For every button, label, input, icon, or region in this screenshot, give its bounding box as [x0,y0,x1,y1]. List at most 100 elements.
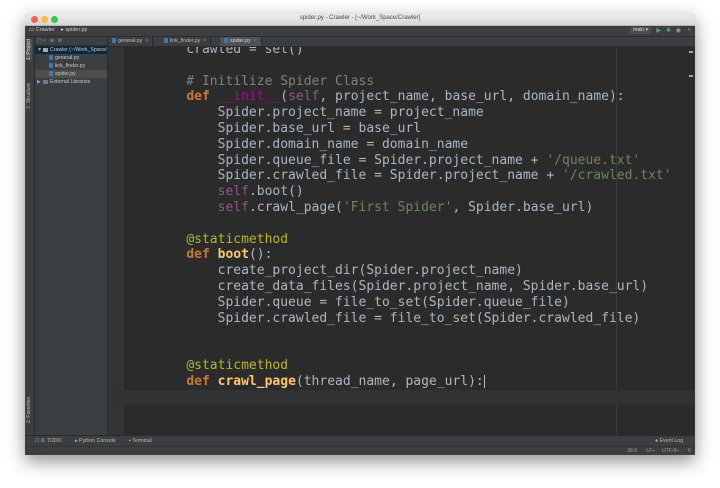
sync-icon[interactable]: ⊕ [50,38,54,44]
code-text: def crawl_page(thread_name, page_url): [186,373,484,389]
tree-item-label: External Libraries [50,79,91,85]
tree-item-label: Crawler (~/Work_Space/Crawler) [50,47,107,53]
code-text: Spider.base_url = base_url [155,120,422,136]
close-tab-icon[interactable]: × [254,38,257,44]
code-text: Spider.crawled_file = Spider.project_nam… [155,168,672,184]
file-encoding[interactable]: UTF-8÷ [662,448,679,455]
tab-general-py[interactable]: general.py × [108,37,154,46]
project-tool-tab[interactable]: 1: Project [26,39,32,61]
tree-item-label: link_finder.py [55,63,86,69]
code-text: create_project_dir(Spider.project_name) [155,263,523,279]
code-text: def boot(): [186,247,273,263]
code-line[interactable]: Spider.base_url = base_url [155,121,672,137]
code-line[interactable]: def __init__(self, project_name, base_ur… [155,89,672,105]
python-file-icon [49,63,53,69]
code-line[interactable]: def crawl_page(thread_name, page_url): [155,374,672,390]
bottom-tool-bar: ☐ 6: TODO ▸ Python Console ▪ Terminal ● … [25,435,695,446]
breadcrumb-project[interactable]: ▭ Crawler [29,27,55,33]
code-line[interactable] [155,216,672,232]
code-text: create_data_files(Spider.project_name, S… [155,278,649,294]
code-line[interactable]: Spider.queue_file = Spider.project_name … [155,153,672,169]
tree-item[interactable]: ▼Crawler (~/Work_Space/Crawler) [35,46,107,54]
code-line[interactable]: def boot(): [155,247,672,263]
debug-icon[interactable]: ✱ [666,27,671,34]
code-text: @staticmethod [186,231,289,247]
code-text: crawled = set() [155,47,304,57]
project-tree: ▼Crawler (~/Work_Space/Crawler)general.p… [35,46,107,86]
code-editor[interactable]: crawled = set() # Initilize Spider Class… [108,47,695,435]
close-tab-icon[interactable]: × [203,38,206,44]
structure-tool-tab[interactable]: 7: Structure [26,83,32,109]
code-line[interactable]: Spider.queue = file_to_set(Spider.queue_… [155,295,672,311]
code-text: self.crawl_page('First Spider', Spider.b… [217,199,594,215]
left-tool-strip: 1: Project 7: Structure 2: Favorites [25,37,35,435]
code-line[interactable]: create_data_files(Spider.project_name, S… [155,279,672,295]
python-file-icon [112,38,116,44]
python-file-icon [164,38,168,44]
code-line[interactable]: self.boot() [155,184,672,200]
tree-item[interactable]: ▶ External Libraries [35,78,107,86]
code-line[interactable] [155,342,672,358]
code-content[interactable]: crawled = set() # Initilize Spider Class… [108,47,695,406]
tree-item[interactable]: general.py [35,54,107,62]
library-icon [43,79,48,84]
code-text: Spider.queue_file = Spider.project_name … [155,152,641,168]
code-line[interactable] [155,326,672,342]
title-bar: spider.py - Crawler - [~/Work_Space/Craw… [25,14,695,26]
tab-spider-py[interactable]: spider.py × [220,37,262,46]
todo-tool-tab[interactable]: ☐ 6: TODO [35,437,62,445]
folder-icon [43,47,48,52]
python-file-icon [224,38,228,44]
close-tab-icon[interactable]: × [145,38,148,44]
code-line[interactable]: Spider.crawled_file = Spider.project_nam… [155,168,672,184]
code-text: # Initilize Spider Class [155,73,375,89]
code-text: @staticmethod [186,357,289,373]
code-text: Spider.crawled_file = file_to_set(Spider… [155,310,641,326]
settings-icon[interactable]: ⚙ [58,38,62,44]
warning-marker[interactable] [689,51,693,53]
warning-marker[interactable] [689,75,693,77]
code-line[interactable]: Spider.crawled_file = file_to_set(Spider… [155,311,672,327]
code-line[interactable]: create_project_dir(Spider.project_name) [155,263,672,279]
coverage-icon[interactable]: ◉ [676,27,681,34]
line-gutter [108,47,123,435]
navigation-bar: ▭ Crawler ▸ spider.py main ▾ ▶ ✱ ◉ ⌕ [25,26,695,37]
caret-position[interactable]: 36:9 [627,448,637,455]
code-line[interactable]: Spider.domain_name = domain_name [155,137,672,153]
code-line[interactable] [155,58,672,74]
tree-item-label: spider.py [55,71,76,77]
current-line-highlight [108,389,695,406]
code-text: self.boot() [217,184,304,200]
tree-item[interactable]: spider.py [35,70,107,78]
project-view-icon[interactable]: ▢ ▿ [37,38,46,44]
code-line[interactable]: @staticmethod [155,358,672,374]
error-stripe[interactable] [689,47,693,435]
editor-tab-bar: general.py × link_finder.py × spider.py × [108,37,695,47]
code-text: def __init__(self, project_name, base_ur… [186,89,625,105]
status-bar: 36:9 LF÷ UTF-8÷ ⚲ [25,446,695,455]
line-separator[interactable]: LF÷ [646,448,655,455]
code-line[interactable]: # Initilize Spider Class [155,74,672,90]
run-configuration-select[interactable]: main ▾ [630,27,651,34]
tree-item-label: general.py [55,55,80,61]
tree-item[interactable]: link_finder.py [35,62,107,70]
python-console-tool-tab[interactable]: ▸ Python Console [75,437,116,445]
run-icon[interactable]: ▶ [656,27,661,34]
python-file-icon [49,71,53,77]
event-log-tool-tab[interactable]: ● Event Log [655,437,683,445]
tab-link-finder-py[interactable]: link_finder.py × [160,37,212,46]
code-text: Spider.project_name = project_name [155,105,484,121]
code-line[interactable] [108,389,695,406]
breadcrumb-file[interactable]: ▸ spider.py [61,27,87,33]
favorites-tool-tab[interactable]: 2: Favorites [26,397,32,423]
code-line[interactable]: self.crawl_page('First Spider', Spider.b… [155,200,672,216]
terminal-tool-tab[interactable]: ▪ Terminal [129,437,152,445]
search-icon[interactable]: ⌕ [688,27,691,34]
code-text: Spider.domain_name = domain_name [155,136,469,152]
window-title: spider.py - Crawler - [~/Work_Space/Craw… [299,15,421,21]
code-line[interactable]: crawled = set() [155,47,672,58]
code-line[interactable]: @staticmethod [155,232,672,248]
ide-window: spider.py - Crawler - [~/Work_Space/Craw… [25,14,695,455]
lock-icon[interactable]: ⚲ [687,448,691,455]
code-line[interactable]: Spider.project_name = project_name [155,105,672,121]
